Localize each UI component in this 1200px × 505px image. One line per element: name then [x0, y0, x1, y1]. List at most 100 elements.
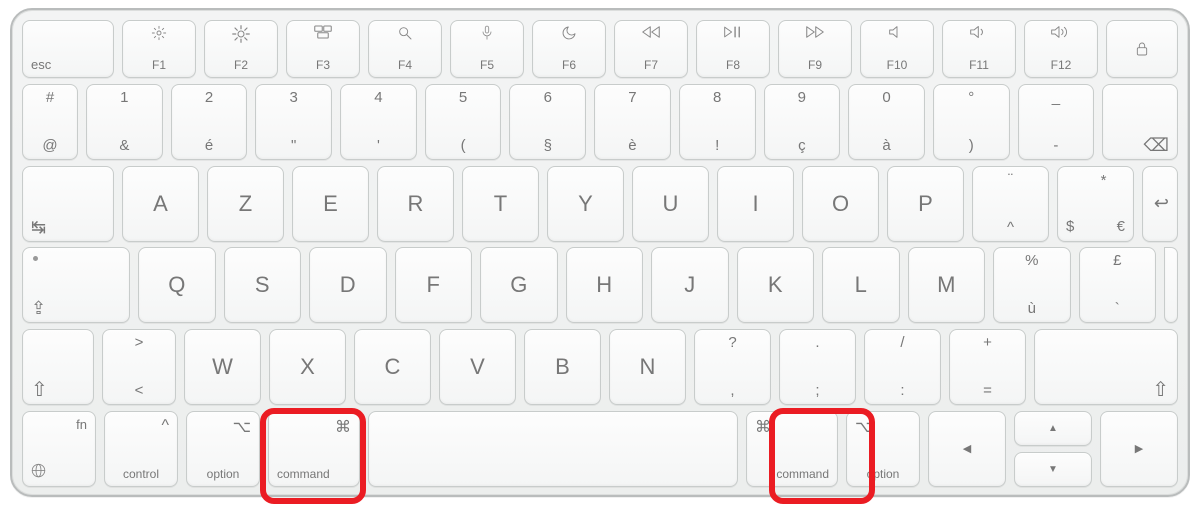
- key-L[interactable]: L: [822, 247, 900, 323]
- key-k6[interactable]: 6§: [509, 84, 586, 160]
- fn-globe-key[interactable]: fn: [22, 411, 96, 487]
- caps-indicator: [33, 256, 38, 261]
- down-arrow-key[interactable]: ▼: [1014, 452, 1092, 487]
- spacebar-key[interactable]: [368, 411, 738, 487]
- f4-key[interactable]: F4: [368, 20, 442, 78]
- angle-bracket-key[interactable]: > <: [102, 329, 176, 405]
- key-Z[interactable]: Z: [207, 166, 284, 242]
- left-shift-key[interactable]: ⇧: [22, 329, 94, 405]
- key-M[interactable]: M: [908, 247, 986, 323]
- enter-key[interactable]: ↩: [1142, 166, 1178, 242]
- key-J[interactable]: J: [651, 247, 729, 323]
- esc-label: esc: [31, 57, 51, 72]
- enter-icon: ↩: [1154, 195, 1169, 211]
- shift-icon: ⇧: [31, 382, 48, 398]
- f9-key[interactable]: F9: [778, 20, 852, 78]
- key-K[interactable]: K: [737, 247, 815, 323]
- key-O[interactable]: O: [802, 166, 879, 242]
- f5-key[interactable]: F5: [450, 20, 524, 78]
- key-A[interactable]: A: [122, 166, 199, 242]
- key-k2[interactable]: 2é: [171, 84, 248, 160]
- f2-label: F2: [205, 58, 277, 72]
- at-hash-key[interactable]: # @: [22, 84, 78, 160]
- key-percent[interactable]: %ù: [993, 247, 1071, 323]
- arrow-down-icon: ▼: [1048, 464, 1058, 475]
- volume-down-icon: [943, 25, 1015, 44]
- option-icon: ⌥: [855, 417, 873, 437]
- key-R[interactable]: R: [377, 166, 454, 242]
- f9-label: F9: [779, 58, 851, 72]
- arrow-left-icon: ◀: [929, 412, 1005, 486]
- lock-key[interactable]: [1106, 20, 1178, 78]
- key-N[interactable]: N: [609, 329, 686, 405]
- right-arrow-key[interactable]: ▶: [1100, 411, 1178, 487]
- key-Q[interactable]: Q: [138, 247, 216, 323]
- key-caret[interactable]: ¨^: [972, 166, 1049, 242]
- key-slash[interactable]: /:: [864, 329, 941, 405]
- left-arrow-key[interactable]: ◀: [928, 411, 1006, 487]
- esc-key[interactable]: esc: [22, 20, 114, 78]
- key-dollar[interactable]: *$€: [1057, 166, 1134, 242]
- key-k4[interactable]: 4': [340, 84, 417, 160]
- key-pound[interactable]: £`: [1079, 247, 1157, 323]
- key-B[interactable]: B: [524, 329, 601, 405]
- f11-key[interactable]: F11: [942, 20, 1016, 78]
- arrow-up-icon: ▲: [1048, 423, 1058, 434]
- key-plus[interactable]: +=: [949, 329, 1026, 405]
- tab-icon: ↹: [31, 219, 46, 235]
- brightness-up-icon: [205, 25, 277, 48]
- f8-key[interactable]: F8: [696, 20, 770, 78]
- key-question[interactable]: ?,: [694, 329, 771, 405]
- f2-key[interactable]: F2: [204, 20, 278, 78]
- f1-key[interactable]: F1: [122, 20, 196, 78]
- right-option-key[interactable]: ⌥ option: [846, 411, 920, 487]
- key-H[interactable]: H: [566, 247, 644, 323]
- key-P[interactable]: P: [887, 166, 964, 242]
- key-G[interactable]: G: [480, 247, 558, 323]
- key-k8[interactable]: 8!: [679, 84, 756, 160]
- right-command-key[interactable]: ⌘ command: [746, 411, 838, 487]
- key-T[interactable]: T: [462, 166, 539, 242]
- f5-label: F5: [451, 58, 523, 72]
- key-k1[interactable]: 1&: [86, 84, 163, 160]
- right-shift-key[interactable]: ⇧: [1034, 329, 1178, 405]
- key-W[interactable]: W: [184, 329, 261, 405]
- azerty-row: ↹ AZERTYUIOP¨^*$€ ↩: [22, 166, 1178, 242]
- key-k0[interactable]: 0à: [848, 84, 925, 160]
- left-command-key[interactable]: ⌘ command: [268, 411, 360, 487]
- f10-key[interactable]: F10: [860, 20, 934, 78]
- f6-key[interactable]: F6: [532, 20, 606, 78]
- shift-row: ⇧ > < WXCVBN?,.;/:+= ⇧: [22, 329, 1178, 405]
- control-key[interactable]: ^ control: [104, 411, 178, 487]
- key-k9[interactable]: 9ç: [764, 84, 841, 160]
- caps-lock-key[interactable]: ⇪: [22, 247, 130, 323]
- f7-key[interactable]: F7: [614, 20, 688, 78]
- key-k3[interactable]: 3": [255, 84, 332, 160]
- key-Y[interactable]: Y: [547, 166, 624, 242]
- backspace-key[interactable]: ⌫: [1102, 84, 1178, 160]
- key-k-minus[interactable]: _-: [1018, 84, 1095, 160]
- f4-label: F4: [369, 58, 441, 72]
- key-E[interactable]: E: [292, 166, 369, 242]
- up-down-arrow-group: ▲ ▼: [1014, 411, 1092, 487]
- f12-key[interactable]: F12: [1024, 20, 1098, 78]
- key-F[interactable]: F: [395, 247, 473, 323]
- key-U[interactable]: U: [632, 166, 709, 242]
- mission-control-icon: [287, 25, 359, 44]
- enter-key-lower[interactable]: [1164, 247, 1178, 323]
- key-period[interactable]: .;: [779, 329, 856, 405]
- tab-key[interactable]: ↹: [22, 166, 114, 242]
- key-k-degree[interactable]: °): [933, 84, 1010, 160]
- key-I[interactable]: I: [717, 166, 794, 242]
- key-k5[interactable]: 5(: [425, 84, 502, 160]
- key-C[interactable]: C: [354, 329, 431, 405]
- key-V[interactable]: V: [439, 329, 516, 405]
- lock-icon: [1107, 21, 1177, 77]
- key-k7[interactable]: 7è: [594, 84, 671, 160]
- key-X[interactable]: X: [269, 329, 346, 405]
- up-arrow-key[interactable]: ▲: [1014, 411, 1092, 446]
- key-D[interactable]: D: [309, 247, 387, 323]
- left-option-key[interactable]: ⌥ option: [186, 411, 260, 487]
- key-S[interactable]: S: [224, 247, 302, 323]
- f3-key[interactable]: F3: [286, 20, 360, 78]
